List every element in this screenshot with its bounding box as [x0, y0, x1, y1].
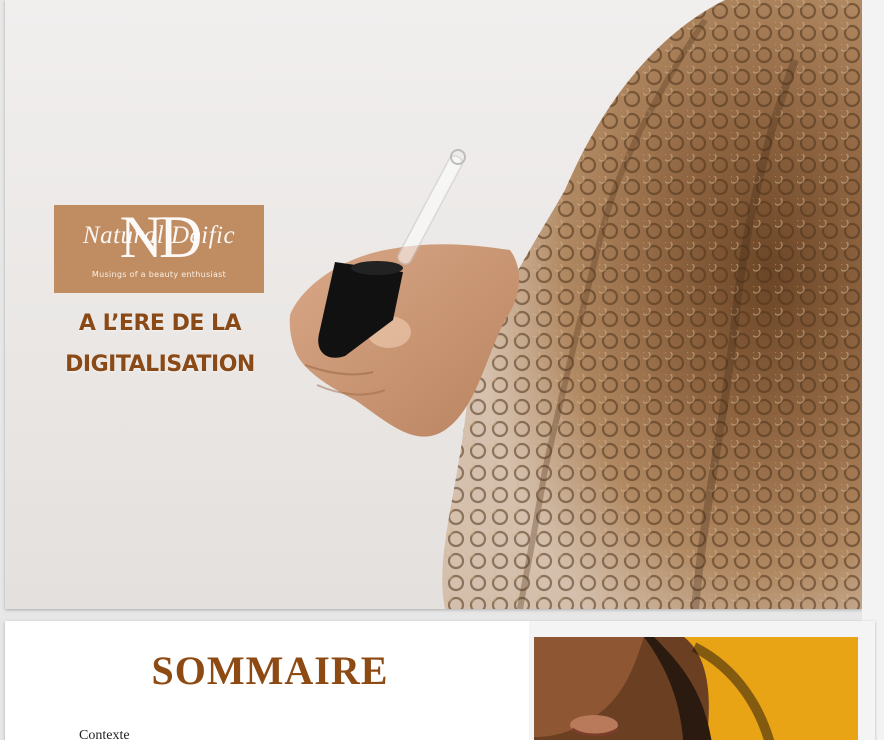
sommaire-item: Contexte [79, 728, 130, 740]
logo-script-name: Natural Deific [82, 222, 236, 249]
cover-title-line-1: A L’ERE DE LA [78, 311, 242, 336]
sommaire-title: SOMMAIRE [151, 648, 389, 693]
portrait-photo [534, 637, 858, 740]
sommaire-slide: SOMMAIRE Contexte [5, 621, 875, 740]
logo-tagline: Musings of a beauty enthusiast [91, 270, 227, 279]
cover-title-line-2: DIGITALISATION [65, 352, 255, 377]
brand-logo: ND Natural Deific Musings of a beauty en… [54, 205, 264, 293]
cover-title: A L’ERE DE LA DIGITALISATION [45, 303, 275, 385]
cover-slide: ND Natural Deific Musings of a beauty en… [5, 0, 862, 609]
document-viewer: ND Natural Deific Musings of a beauty en… [0, 0, 884, 740]
